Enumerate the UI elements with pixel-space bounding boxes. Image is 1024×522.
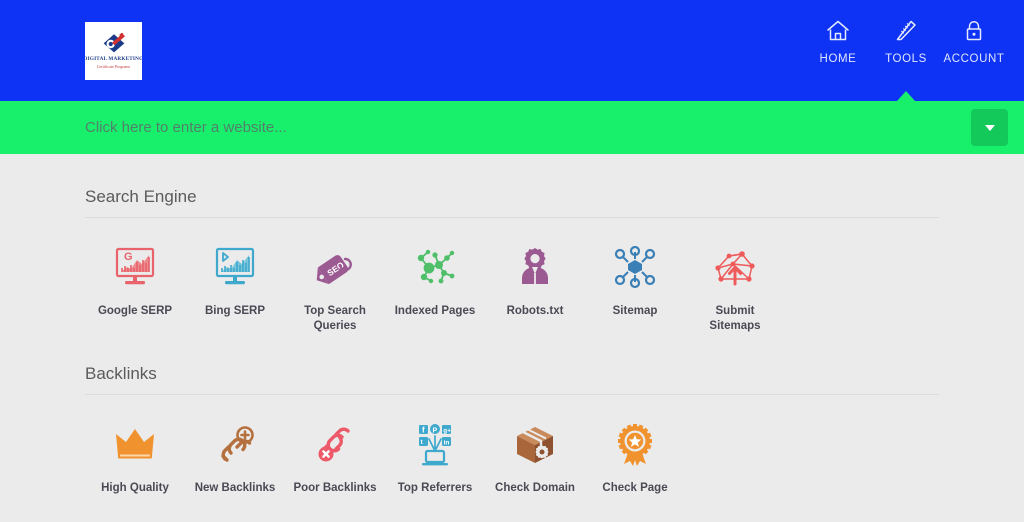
section-backlinks: Backlinks High Quality New Backlinks Poo… xyxy=(85,334,939,496)
tile-bing-serp[interactable]: Bing SERP xyxy=(185,242,285,334)
section-title-backlinks: Backlinks xyxy=(85,364,157,383)
crown-icon xyxy=(112,419,158,467)
tile-top-search-queries[interactable]: SEO Top Search Queries xyxy=(285,242,385,334)
svg-text:in: in xyxy=(444,439,450,446)
tile-label: Robots.txt xyxy=(506,305,564,317)
tile-robots-txt[interactable]: Robots.txt xyxy=(485,242,585,334)
logo-text-secondary: Certificate Programs xyxy=(96,64,131,69)
svg-text:P: P xyxy=(433,428,438,435)
sitemap-nodes-icon xyxy=(612,242,658,290)
chevron-down-icon xyxy=(984,124,995,131)
nav-label-account: ACCOUNT xyxy=(943,53,1005,65)
svg-text:g+: g+ xyxy=(443,428,451,435)
nav-label-tools: TOOLS xyxy=(885,53,927,65)
tile-label: Poor Backlinks xyxy=(293,482,377,494)
award-ribbon-icon xyxy=(612,419,658,467)
main-navigation: HOME TOOLS ACCOUNT xyxy=(804,16,1008,65)
logo-text-primary: DIGITAL MARKETING xyxy=(85,56,142,62)
tile-sitemap[interactable]: Sitemap xyxy=(585,242,685,334)
tile-grid-search-engine: G Google SERP Bing SERP SEO Top Search Q… xyxy=(85,218,939,334)
tile-label: Submit Sitemaps xyxy=(709,305,761,332)
robot-person-gear-icon xyxy=(512,242,558,290)
section-search-engine: Search Engine G Google SERP Bing SERP SE… xyxy=(85,154,939,334)
tile-label: Bing SERP xyxy=(204,305,266,317)
tile-high-quality[interactable]: High Quality xyxy=(85,419,185,496)
ruler-tools-icon xyxy=(893,16,919,46)
logo-emblem-icon xyxy=(103,33,125,53)
tile-label: Top Referrers xyxy=(397,482,473,494)
box-gear-icon xyxy=(511,419,559,467)
lock-icon xyxy=(961,16,987,46)
nav-label-home: HOME xyxy=(819,53,857,65)
molecule-network-icon xyxy=(411,242,459,290)
tile-label: Indexed Pages xyxy=(394,305,476,317)
nav-item-tools[interactable]: TOOLS xyxy=(872,16,940,65)
main-content: Search Engine G Google SERP Bing SERP SE… xyxy=(0,154,1024,496)
tile-check-page[interactable]: Check Page xyxy=(585,419,685,496)
chain-plus-icon xyxy=(212,419,258,467)
submit-sitemap-arrow-icon xyxy=(711,242,759,290)
tile-submit-sitemaps[interactable]: Submit Sitemaps xyxy=(685,242,785,334)
tile-indexed-pages[interactable]: Indexed Pages xyxy=(385,242,485,334)
seo-tag-icon: SEO xyxy=(312,242,358,290)
tile-google-serp[interactable]: G Google SERP xyxy=(85,242,185,334)
svg-text:f: f xyxy=(422,426,425,435)
search-input[interactable] xyxy=(85,101,945,154)
chain-remove-icon xyxy=(312,419,358,467)
page-root: DIGITAL MARKETING Certificate Programs H… xyxy=(0,0,1024,522)
tile-label: High Quality xyxy=(101,482,169,494)
nav-item-home[interactable]: HOME xyxy=(804,16,872,65)
search-dropdown-button[interactable] xyxy=(971,109,1008,146)
home-icon xyxy=(825,16,851,46)
nav-item-account[interactable]: ACCOUNT xyxy=(940,16,1008,65)
tile-label: Check Page xyxy=(602,482,668,494)
tile-label: Check Domain xyxy=(495,482,575,494)
tile-new-backlinks[interactable]: New Backlinks xyxy=(185,419,285,496)
tile-label: New Backlinks xyxy=(194,482,276,494)
section-title-search-engine: Search Engine xyxy=(85,187,197,206)
tile-label: Google SERP xyxy=(97,305,173,317)
tile-check-domain[interactable]: Check Domain xyxy=(485,419,585,496)
tile-grid-backlinks: High Quality New Backlinks Poor Backlink… xyxy=(85,395,939,496)
tile-top-referrers[interactable]: f P g+ t in Top Referrers xyxy=(385,419,485,496)
bing-serp-monitor-icon xyxy=(212,242,258,290)
website-search-bar xyxy=(0,101,1024,154)
tile-label: Top Search Queries xyxy=(304,305,366,332)
google-serp-monitor-icon: G xyxy=(112,242,158,290)
active-nav-indicator xyxy=(897,91,915,101)
site-logo[interactable]: DIGITAL MARKETING Certificate Programs xyxy=(85,22,142,80)
tile-poor-backlinks[interactable]: Poor Backlinks xyxy=(285,419,385,496)
site-header: DIGITAL MARKETING Certificate Programs H… xyxy=(0,0,1024,101)
tile-label: Sitemap xyxy=(612,305,658,317)
svg-text:G: G xyxy=(124,251,133,263)
social-referrer-icon: f P g+ t in xyxy=(411,419,459,467)
